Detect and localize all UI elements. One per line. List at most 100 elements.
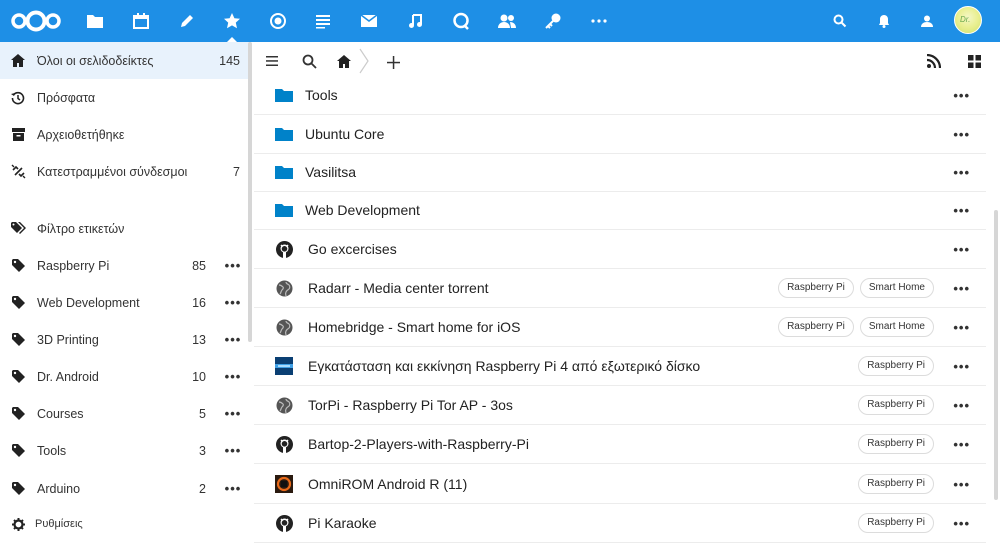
bookmark-row[interactable]: Go excercises •••	[254, 230, 986, 269]
row-more-icon[interactable]: •••	[953, 398, 970, 413]
sidebar-tag-3d-printing[interactable]: 3D Printing 13 •••	[0, 321, 250, 358]
chevron-right-icon	[358, 47, 370, 75]
contacts-icon[interactable]	[493, 7, 521, 35]
tag-more-icon[interactable]: •••	[216, 481, 250, 496]
bookmark-row[interactable]: Bartop-2-Players-with-Raspberry-Pi Raspbe…	[254, 425, 986, 464]
sidebar-item-broken-links[interactable]: Κατεστραμμένοι σύνδεσμοι 7	[0, 153, 250, 190]
row-more-icon[interactable]: •••	[953, 281, 970, 296]
home-icon[interactable]	[334, 51, 354, 71]
tag-chip[interactable]: Raspberry Pi	[858, 356, 934, 376]
search-icon[interactable]	[826, 7, 854, 35]
main-content: Tools ••• Ubuntu Core ••• Vasilitsa ••• Web De…	[254, 42, 1000, 543]
sidebar-tag-label: 3D Printing	[37, 332, 99, 347]
tag-more-icon[interactable]: •••	[216, 295, 250, 310]
tag-more-icon[interactable]: •••	[216, 332, 250, 347]
folder-title[interactable]: Vasilitsa	[305, 164, 356, 180]
logo-icon[interactable]	[8, 7, 64, 35]
sidebar-tag-courses[interactable]: Courses 5 •••	[0, 395, 250, 432]
settings-button[interactable]: Ρυθμίσεις	[0, 512, 250, 536]
sidebar-item-archived[interactable]: Αρχειοθετήθηκε	[0, 116, 250, 153]
tag-chip[interactable]: Raspberry Pi	[858, 513, 934, 533]
tag-filter[interactable]: Φίλτρο ετικετών	[0, 210, 250, 247]
row-more-icon[interactable]: •••	[953, 127, 970, 142]
tag-chip[interactable]: Raspberry Pi	[778, 317, 854, 337]
sidebar-tag-web-development[interactable]: Web Development 16 •••	[0, 284, 250, 321]
tag-chip[interactable]: Smart Home	[859, 317, 934, 337]
bookmark-title[interactable]: Εγκατάσταση και εκκίνηση Raspberry Pi 4 …	[308, 358, 700, 374]
bookmarks-icon[interactable]	[218, 7, 246, 42]
news-icon[interactable]	[309, 7, 337, 35]
sidebar-tag-raspberry-pi[interactable]: Raspberry Pi 85 •••	[0, 247, 250, 284]
bookmark-row[interactable]: Homebridge - Smart home for iOS Raspberry…	[254, 308, 986, 347]
talk-icon[interactable]	[447, 7, 475, 35]
avatar[interactable]: Dr.	[954, 6, 982, 34]
sidebar-scrollbar[interactable]	[248, 42, 252, 342]
calendar-icon[interactable]	[127, 7, 155, 35]
bookmark-row[interactable]: Εγκατάσταση και εκκίνηση Raspberry Pi 4 …	[254, 347, 986, 386]
contacts-menu-icon[interactable]	[913, 7, 941, 35]
bookmark-title[interactable]: Bartop-2-Players-with-Raspberry-Pi	[308, 436, 529, 452]
folder-row[interactable]: Ubuntu Core •••	[254, 115, 986, 154]
row-more-icon[interactable]: •••	[953, 516, 970, 531]
row-more-icon[interactable]: •••	[953, 359, 970, 374]
tag-icon	[10, 443, 26, 459]
sidebar-item-all-bookmarks[interactable]: Όλοι οι σελιδοδείκτες 145	[0, 42, 250, 79]
row-more-icon[interactable]: •••	[953, 437, 970, 452]
folder-row[interactable]: Web Development •••	[254, 191, 986, 230]
bookmark-title[interactable]: Go excercises	[308, 241, 397, 257]
search-icon[interactable]	[299, 51, 319, 71]
bookmark-title[interactable]: TorPi - Raspberry Pi Tor AP - 3os	[308, 397, 513, 413]
passwords-icon[interactable]	[539, 7, 567, 35]
sidebar-tag-count: 16	[192, 295, 206, 310]
bookmark-row[interactable]: TorPi - Raspberry Pi Tor AP - 3os Raspber…	[254, 386, 986, 425]
menu-icon[interactable]	[262, 51, 282, 71]
folder-title[interactable]: Tools	[305, 87, 338, 103]
folder-title[interactable]: Web Development	[305, 202, 420, 218]
grid-view-icon[interactable]	[964, 51, 984, 71]
main-scrollbar[interactable]	[994, 210, 998, 500]
bookmark-title[interactable]: Radarr - Media center torrent	[308, 280, 489, 296]
row-more-icon[interactable]: •••	[953, 477, 970, 492]
globe-icon	[275, 279, 293, 297]
tag-icon	[10, 332, 26, 348]
notes-icon[interactable]	[173, 7, 201, 35]
tag-chip[interactable]: Raspberry Pi	[858, 474, 934, 494]
bookmark-row[interactable]: OmniROM Android R (11) Raspberry Pi •••	[254, 465, 986, 504]
bookmark-title[interactable]: Homebridge - Smart home for iOS	[308, 319, 520, 335]
sidebar-tag-tools[interactable]: Tools 3 •••	[0, 432, 250, 469]
more-apps-icon[interactable]	[585, 7, 613, 35]
row-more-icon[interactable]: •••	[953, 320, 970, 335]
sidebar-item-label: Κατεστραμμένοι σύνδεσμοι	[37, 164, 188, 179]
row-more-icon[interactable]: •••	[953, 165, 970, 180]
tag-more-icon[interactable]: •••	[216, 406, 250, 421]
folder-row[interactable]: Tools •••	[254, 76, 986, 115]
folder-row[interactable]: Vasilitsa •••	[254, 153, 986, 192]
tag-more-icon[interactable]: •••	[216, 443, 250, 458]
music-icon[interactable]	[401, 7, 429, 35]
row-more-icon[interactable]: •••	[953, 203, 970, 218]
sidebar-tag-arduino[interactable]: Arduino 2 •••	[0, 470, 250, 507]
tag-chip[interactable]: Raspberry Pi	[858, 434, 934, 454]
tag-chip[interactable]: Raspberry Pi	[778, 278, 854, 298]
bookmark-title[interactable]: OmniROM Android R (11)	[308, 476, 467, 492]
row-more-icon[interactable]: •••	[953, 88, 970, 103]
tag-more-icon[interactable]: •••	[216, 369, 250, 384]
folder-title[interactable]: Ubuntu Core	[305, 126, 384, 142]
rss-icon[interactable]	[924, 51, 944, 71]
top-bar: Dr.	[0, 0, 1000, 42]
mail-icon[interactable]	[355, 7, 383, 35]
bookmark-row[interactable]: Pi Karaoke Raspberry Pi •••	[254, 504, 986, 543]
sidebar-tag-dr-android[interactable]: Dr. Android 10 •••	[0, 358, 250, 395]
row-more-icon[interactable]: •••	[953, 242, 970, 257]
tag-more-icon[interactable]: •••	[216, 258, 250, 273]
notifications-icon[interactable]	[870, 7, 898, 35]
files-icon[interactable]	[81, 7, 109, 35]
tag-chip[interactable]: Raspberry Pi	[858, 395, 934, 415]
sidebar-item-recent[interactable]: Πρόσφατα	[0, 79, 250, 116]
globe-icon	[275, 396, 293, 414]
photos-icon[interactable]	[264, 7, 292, 35]
bookmark-row[interactable]: Radarr - Media center torrent Raspberry P…	[254, 269, 986, 308]
bookmark-title[interactable]: Pi Karaoke	[308, 515, 376, 531]
add-icon[interactable]	[383, 52, 403, 72]
tag-chip[interactable]: Smart Home	[859, 278, 934, 298]
